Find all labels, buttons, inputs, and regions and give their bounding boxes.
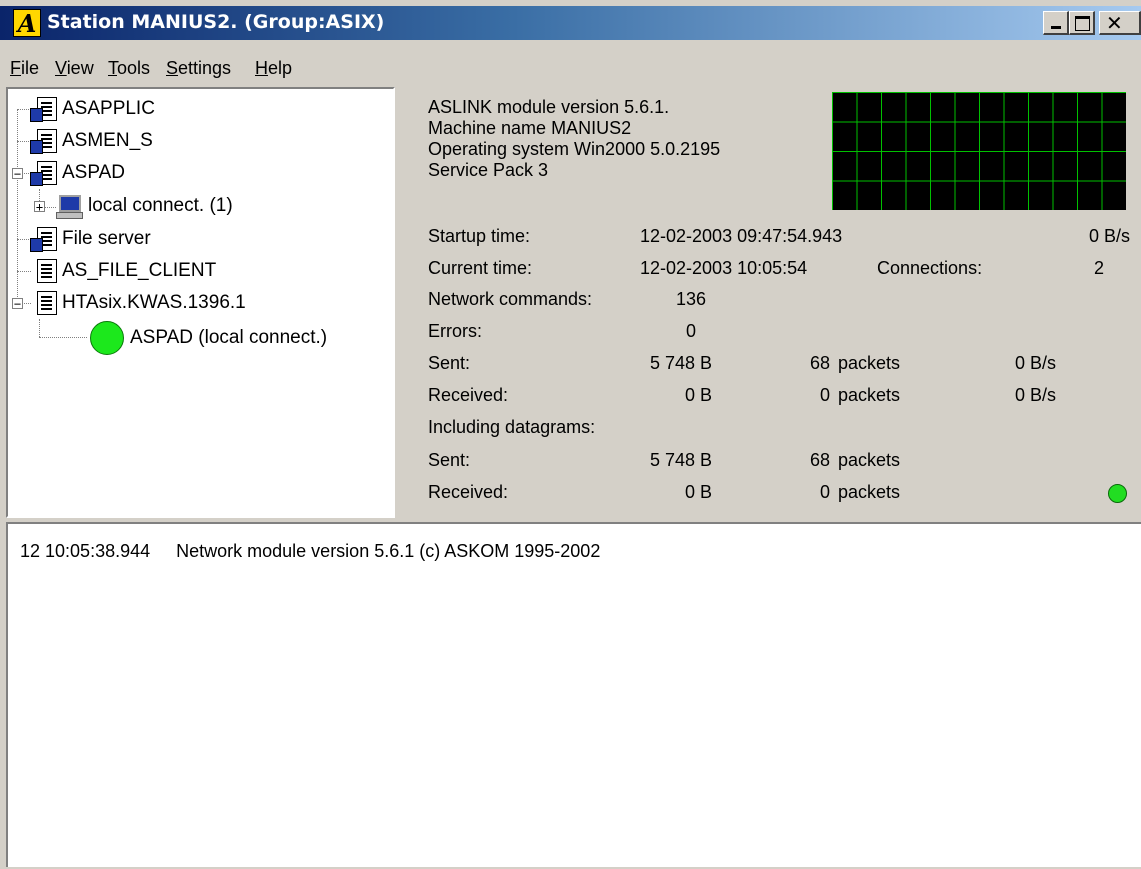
tree-item-label: AS_FILE_CLIENT (62, 260, 217, 281)
received-bytes: 0 B (684, 385, 712, 405)
title-bar[interactable]: A Station MANIUS2. (Group:ASIX) ✕ (0, 6, 1141, 40)
datagram-received-label: Received: (428, 482, 509, 502)
minimize-icon (1051, 26, 1061, 29)
menu-settings-rest: ettings (178, 58, 232, 78)
tree-item-as-file-client[interactable]: AS_FILE_CLIENT (30, 257, 216, 285)
tree-line (17, 239, 31, 240)
log-line: 12 10:05:38.944 Network module version 5.… (20, 541, 600, 562)
current-time-label: Current time: (428, 258, 533, 278)
expand-local-connect-button[interactable]: + (34, 201, 45, 213)
tree-item-file-server[interactable]: File server (30, 225, 151, 253)
menu-tools-rest: ools (117, 58, 151, 78)
network-document-icon (30, 95, 57, 123)
tree-item-label: local connect. (1) (88, 195, 233, 216)
tree-line (17, 271, 31, 272)
maximize-button[interactable] (1069, 11, 1095, 35)
log-message: Network module version 5.6.1 (c) ASKOM 1… (176, 541, 601, 561)
datagram-sent-packets-count: 68 (809, 450, 830, 470)
traffic-graph (832, 92, 1126, 210)
window-title: Station MANIUS2. (Group:ASIX) (47, 11, 385, 33)
close-button[interactable]: ✕ (1099, 11, 1141, 35)
menu-view-rest: iew (66, 58, 94, 78)
document-icon (30, 257, 57, 285)
tree-item-label: ASAPPLIC (62, 98, 155, 119)
errors-label: Errors: (428, 321, 482, 341)
log-time: 12 10:05:38.944 (20, 541, 151, 561)
menu-file[interactable]: File (10, 58, 39, 79)
tree-line (17, 141, 31, 142)
received-rate: 0 B/s (1015, 385, 1057, 405)
tree-line (44, 207, 56, 208)
sent-bytes: 5 748 B (649, 353, 712, 373)
tree-item-label: File server (62, 228, 151, 249)
sent-packets-count: 68 (809, 353, 830, 373)
sent-label: Sent: (428, 353, 471, 373)
tree-line (17, 109, 31, 110)
received-packets-count: 0 (819, 385, 830, 405)
green-status-icon (90, 321, 124, 355)
received-label: Received: (428, 385, 509, 405)
document-icon (30, 289, 57, 317)
received-packets-unit: packets (838, 385, 901, 405)
collapse-htasix-button[interactable]: − (12, 298, 23, 310)
menu-settings[interactable]: Settings (166, 58, 231, 79)
connections-label: Connections: (877, 258, 983, 278)
datagram-sent-packets-unit: packets (838, 450, 901, 470)
operating-system: Operating system Win2000 5.0.2195 (428, 139, 721, 159)
minimize-button[interactable] (1043, 11, 1069, 35)
module-version: ASLINK module version 5.6.1. (428, 97, 670, 117)
network-document-icon (30, 159, 57, 187)
tree-item-label: ASPAD (local connect.) (130, 327, 328, 348)
connections-value: 2 (1093, 258, 1104, 278)
tree-item-label: ASMEN_S (62, 130, 153, 151)
menu-help-rest: elp (268, 58, 293, 78)
tree-item-aspad-local[interactable]: ASPAD (local connect.) (90, 321, 327, 355)
sent-packets-unit: packets (838, 353, 901, 373)
tree-item-asmen-s[interactable]: ASMEN_S (30, 127, 153, 155)
datagram-received-bytes: 0 B (684, 482, 712, 502)
tree-item-label: HTAsix.KWAS.1396.1 (62, 292, 246, 313)
datagram-sent-label: Sent: (428, 450, 471, 470)
startup-value: 12-02-2003 09:47:54.943 (640, 226, 843, 246)
datagram-sent-bytes: 5 748 B (649, 450, 712, 470)
station-tree[interactable]: − + − ASAPPLIC ASMEN_S ASPAD local conne… (6, 87, 395, 518)
datagram-received-packets-count: 0 (819, 482, 830, 502)
sent-rate: 0 B/s (1015, 353, 1057, 373)
tree-item-label: ASPAD (62, 162, 126, 183)
tree-item-aspad[interactable]: ASPAD (30, 159, 125, 187)
datagrams-label: Including datagrams: (428, 417, 596, 437)
tree-item-asapplic[interactable]: ASAPPLIC (30, 95, 155, 123)
machine-name: Machine name MANIUS2 (428, 118, 632, 138)
startup-label: Startup time: (428, 226, 531, 246)
tree-item-local-connect[interactable]: local connect. (1) (56, 193, 233, 219)
tree-line (39, 337, 87, 338)
maximize-icon (1075, 16, 1090, 31)
network-document-icon (30, 225, 57, 253)
network-commands-label: Network commands: (428, 289, 593, 309)
datagram-received-packets-unit: packets (838, 482, 901, 502)
errors-value: 0 (685, 321, 696, 341)
menu-view[interactable]: View (55, 58, 94, 79)
service-pack: Service Pack 3 (428, 160, 549, 180)
tree-line (17, 109, 18, 309)
collapse-aspad-button[interactable]: − (12, 168, 23, 180)
network-document-icon (30, 127, 57, 155)
menu-tools[interactable]: Tools (108, 58, 150, 79)
computer-icon (56, 193, 83, 219)
log-panel[interactable]: 12 10:05:38.944 Network module version 5.… (6, 522, 1141, 867)
tree-line (39, 319, 40, 337)
menu-file-rest: ile (21, 58, 40, 78)
startup-rate: 0 B/s (1088, 226, 1130, 246)
tree-item-htasix[interactable]: HTAsix.KWAS.1396.1 (30, 289, 246, 317)
menu-help[interactable]: Help (255, 58, 292, 79)
current-time-value: 12-02-2003 10:05:54 (640, 258, 808, 278)
app-icon[interactable]: A (13, 9, 41, 37)
main-window: A Station MANIUS2. (Group:ASIX) ✕ File V… (0, 0, 1141, 869)
close-icon: ✕ (1106, 11, 1123, 35)
network-commands-value: 136 (675, 289, 706, 309)
status-led-icon (1108, 484, 1127, 503)
